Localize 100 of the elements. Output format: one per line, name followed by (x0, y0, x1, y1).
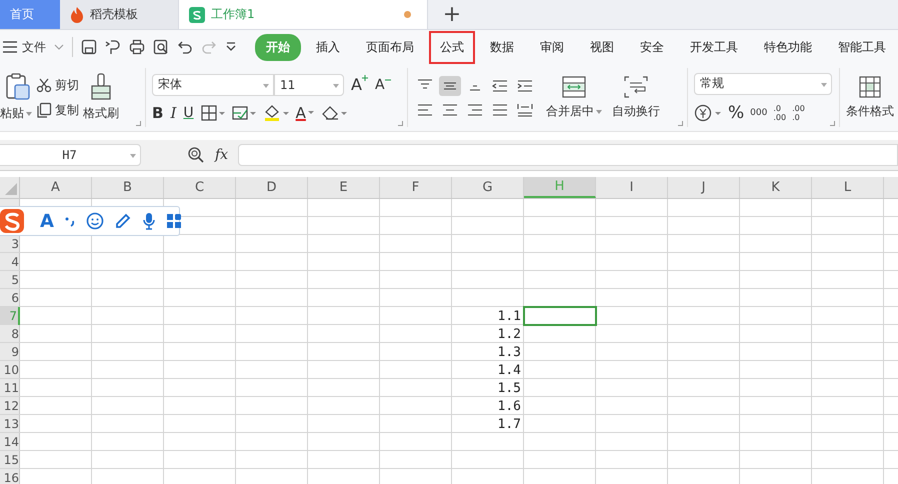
decrease-font-button[interactable]: A (374, 76, 391, 92)
ribbon-tab[interactable]: 公式 (429, 30, 475, 64)
cell-value: 1.5 (498, 380, 522, 396)
column-header[interactable]: L (812, 177, 884, 198)
copy-icon (36, 102, 52, 118)
row-header[interactable]: 5 (0, 271, 20, 289)
align-middle-icon[interactable] (439, 76, 461, 96)
dropdown-icon[interactable] (225, 41, 237, 53)
tab-label: 工作簿1 (211, 6, 255, 23)
cell-value: 1.6 (498, 398, 522, 414)
caret-icon[interactable] (308, 110, 314, 114)
column-header[interactable]: E (308, 177, 380, 198)
number-format-field[interactable]: 常规 (694, 72, 832, 94)
tab-label: 首页 (10, 6, 34, 23)
cell-value: 1.1 (498, 308, 522, 324)
eraser-icon[interactable] (320, 104, 347, 120)
column-header[interactable]: F (380, 177, 452, 198)
cell-style-icon[interactable] (232, 104, 256, 120)
minus-icon (384, 76, 391, 82)
row-header[interactable]: 11 (0, 379, 20, 397)
ribbon-tab[interactable]: 数据 (479, 34, 525, 60)
row-header[interactable]: 10 (0, 361, 20, 379)
row-header[interactable]: 6 (0, 289, 20, 307)
column-header[interactable]: J (668, 177, 740, 198)
cell-value: 1.2 (498, 326, 522, 342)
bold-button[interactable]: B (152, 104, 164, 122)
paintbrush-icon (89, 73, 113, 101)
ribbon-tab[interactable]: 开发工具 (679, 34, 749, 60)
row-header[interactable]: 14 (0, 433, 20, 451)
row-header[interactable]: 8 (0, 325, 20, 343)
export-icon[interactable] (105, 39, 121, 55)
underline-button[interactable]: U (183, 104, 194, 120)
column-header[interactable]: K (740, 177, 812, 198)
paste-button[interactable]: 粘贴 (0, 73, 32, 122)
zoom-icon[interactable] (187, 146, 205, 164)
row-header[interactable]: 16 (0, 469, 20, 484)
font-size-field[interactable]: 11 (274, 74, 344, 96)
column-header[interactable]: B (92, 177, 164, 198)
chevron-down-icon[interactable] (54, 44, 64, 50)
font-key[interactable]: A (40, 210, 54, 232)
document-tab[interactable]: 稻壳模板 (60, 0, 178, 29)
format-painter-button[interactable]: 格式刷 (83, 73, 119, 122)
ribbon-tab[interactable]: 视图 (579, 34, 625, 60)
wrap-text-icon (623, 75, 649, 99)
increase-decimal-button[interactable]: .0 .00 (773, 104, 786, 122)
wrap-text-button[interactable]: 自动换行 (612, 75, 660, 120)
borders-icon[interactable] (200, 104, 225, 120)
column-header[interactable]: A (20, 177, 92, 198)
copy-button[interactable]: 复制 (36, 102, 79, 118)
ribbon-tab[interactable]: 插入 (305, 34, 351, 60)
function-button[interactable]: fx (215, 147, 228, 163)
conditional-format-button[interactable]: 条件格式 (846, 75, 894, 120)
column-header[interactable]: C (164, 177, 236, 198)
column-header[interactable]: D (236, 177, 308, 198)
print-icon[interactable] (129, 39, 145, 55)
undo-icon[interactable] (177, 39, 193, 55)
tab-label: 稻壳模板 (90, 6, 138, 23)
row-header[interactable]: 13 (0, 415, 20, 433)
row-header[interactable]: 4 (0, 253, 20, 271)
ribbon-tab[interactable]: 特色功能 (753, 34, 823, 60)
merge-cells-icon (561, 75, 587, 99)
spreadsheet-icon (189, 6, 205, 22)
pen-icon[interactable] (114, 212, 132, 230)
percent-button[interactable]: % (728, 102, 744, 122)
ribbon-tab[interactable]: 审阅 (529, 34, 575, 60)
thousands-button[interactable]: 000 (750, 108, 768, 118)
name-box[interactable]: H7 (0, 144, 141, 166)
print-preview-icon[interactable] (153, 39, 169, 55)
increase-font-button[interactable]: A (351, 75, 368, 94)
currency-icon[interactable] (694, 104, 722, 122)
ribbon-tab[interactable]: 安全 (629, 34, 675, 60)
fill-color-icon[interactable] (262, 104, 289, 122)
row-header[interactable]: 15 (0, 451, 20, 469)
grid-icon[interactable] (166, 213, 182, 229)
formula-input[interactable] (238, 144, 898, 166)
cut-button[interactable]: 剪切 (36, 76, 79, 94)
font-color-button[interactable]: A (296, 104, 306, 122)
table-icon (858, 75, 882, 99)
cell-value: 1.7 (498, 416, 522, 432)
italic-button[interactable]: I (170, 104, 176, 122)
decrease-decimal-button[interactable]: .00 .0 (792, 104, 805, 122)
new-tab-button[interactable]: + (428, 0, 476, 29)
scissors-icon (36, 77, 52, 93)
row-header[interactable]: 3 (0, 235, 20, 253)
font-name-field[interactable]: 宋体 (152, 74, 274, 96)
row-header[interactable]: 12 (0, 397, 20, 415)
active-cell[interactable] (524, 307, 596, 325)
menu-icon[interactable] (3, 41, 17, 53)
ribbon-tab[interactable]: 智能工具 (827, 34, 897, 60)
ribbon-tab[interactable]: 页面布局 (355, 34, 425, 60)
row-header[interactable]: 9 (0, 343, 20, 361)
merge-center-button[interactable]: 合并居中 (546, 75, 602, 120)
file-menu[interactable]: 文件 (22, 38, 46, 56)
column-header[interactable]: I (596, 177, 668, 198)
cell-value: 1.3 (498, 344, 522, 360)
save-icon[interactable] (81, 39, 97, 55)
plus-icon (362, 75, 368, 81)
cell-value: 1.4 (498, 362, 522, 378)
microphone-icon[interactable] (142, 212, 156, 230)
emoji-icon[interactable] (86, 212, 104, 230)
